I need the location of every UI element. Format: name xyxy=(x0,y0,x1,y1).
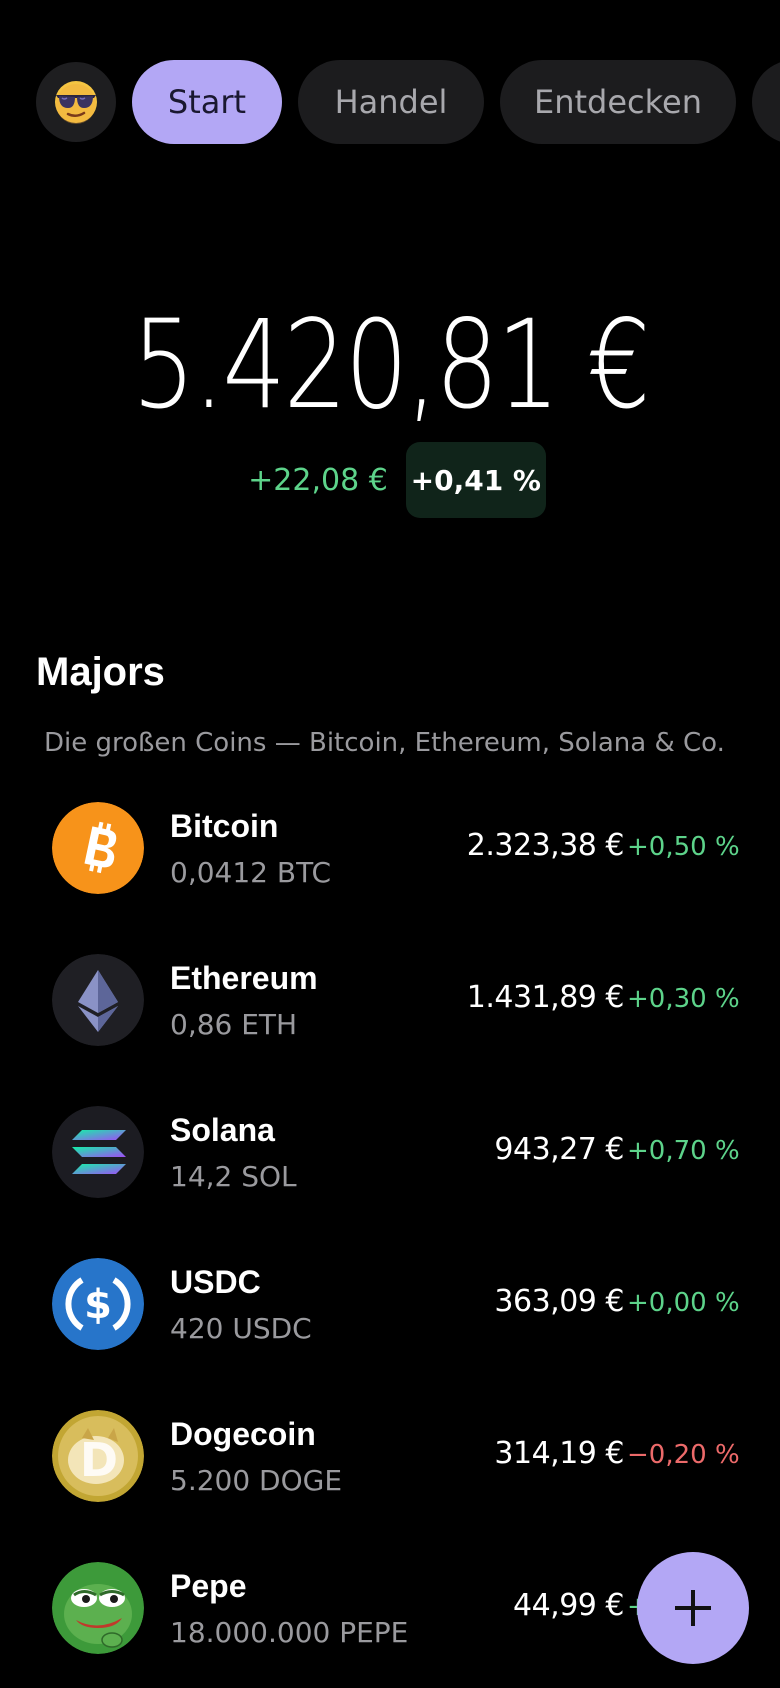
coin-amount: 0,86 ETH xyxy=(170,1008,298,1041)
coin-name: Solana xyxy=(170,1112,275,1148)
svg-text:D: D xyxy=(80,1433,118,1487)
avatar[interactable] xyxy=(36,62,116,142)
coin-amount: 5.200 DOGE xyxy=(170,1464,343,1497)
portfolio-balance: 5.420,81 € xyxy=(131,294,651,436)
usdc-icon: $ xyxy=(52,1258,144,1350)
balance-change: +22,08 € +0,41 % xyxy=(0,442,780,518)
tab-more[interactable] xyxy=(752,60,780,144)
coin-row-bitcoin[interactable]: Bitcoin 0,0412 BTC 2.323,38 € +0,50 % xyxy=(0,800,780,896)
bitcoin-icon xyxy=(52,802,144,894)
change-percent-badge[interactable]: +0,41 % xyxy=(405,442,546,518)
tab-entdecken[interactable]: Entdecken xyxy=(500,60,736,144)
coin-value: 314,19 € xyxy=(494,1436,624,1471)
coin-value: 363,09 € xyxy=(494,1284,624,1319)
svg-text:$: $ xyxy=(84,1282,112,1328)
coin-value: 44,99 € xyxy=(512,1588,625,1623)
coin-value: 943,27 € xyxy=(494,1132,624,1167)
coin-change: +0,30 % xyxy=(627,984,740,1014)
coin-name: Pepe xyxy=(170,1568,247,1604)
sunglasses-emoji-icon xyxy=(55,81,97,124)
pepe-icon xyxy=(52,1562,144,1654)
section-title: Majors xyxy=(36,650,165,694)
coin-row-ethereum[interactable]: Ethereum 0,86 ETH 1.431,89 € +0,30 % xyxy=(0,952,780,1048)
tab-start[interactable]: Start xyxy=(132,60,282,144)
coin-name: USDC xyxy=(170,1264,261,1300)
solana-icon xyxy=(52,1106,144,1198)
coin-name: Ethereum xyxy=(170,960,318,996)
coin-amount: 14,2 SOL xyxy=(170,1160,297,1193)
coin-name: Bitcoin xyxy=(170,808,279,844)
coin-row-usdc[interactable]: $ USDC 420 USDC 363,09 € +0,00 % xyxy=(0,1256,780,1352)
coin-value: 1.431,89 € xyxy=(466,980,625,1015)
coin-row-solana[interactable]: Solana 14,2 SOL 943,27 € +0,70 % xyxy=(0,1104,780,1200)
section-subtitle: Die großen Coins — Bitcoin, Ethereum, So… xyxy=(44,728,725,758)
coin-change: +0,70 % xyxy=(627,1136,740,1166)
coin-name: Dogecoin xyxy=(170,1416,316,1452)
add-button[interactable] xyxy=(637,1552,749,1664)
coin-value: 2.323,38 € xyxy=(466,828,625,863)
plus-icon xyxy=(675,1590,711,1626)
coin-amount: 0,0412 BTC xyxy=(170,856,332,889)
coin-change: +0,50 % xyxy=(627,832,740,862)
top-nav: Start Handel Entdecken xyxy=(36,60,780,144)
tab-handel[interactable]: Handel xyxy=(298,60,484,144)
home-screen: Start Handel Entdecken 5.420,81 € +22,08… xyxy=(0,0,780,1688)
coin-change: +0,00 % xyxy=(627,1288,740,1318)
coin-amount: 420 USDC xyxy=(170,1312,312,1345)
coin-amount: 18.000.000 PEPE xyxy=(170,1616,409,1649)
coin-change: −0,20 % xyxy=(627,1440,740,1470)
coin-row-dogecoin[interactable]: D Dogecoin 5.200 DOGE 314,19 € −0,20 % xyxy=(0,1408,780,1504)
change-absolute: +22,08 € xyxy=(248,462,388,498)
dogecoin-icon: D xyxy=(52,1410,144,1502)
ethereum-icon xyxy=(52,954,144,1046)
